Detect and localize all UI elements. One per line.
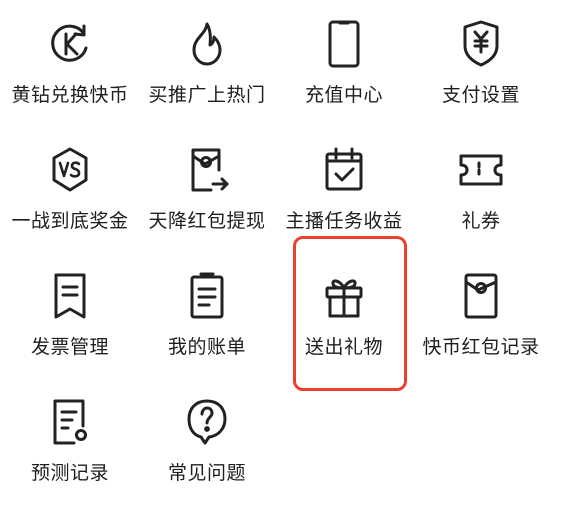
menu-item-label: 快币红包记录 [422, 336, 540, 358]
menu-item-label: 买推广上热门 [148, 84, 266, 106]
ticket-icon [457, 144, 505, 196]
k-coin-exchange-icon [46, 18, 94, 70]
yuan-shield-icon [457, 18, 505, 70]
menu-item-label: 我的账单 [167, 336, 246, 358]
menu-item-label: 天降红包提现 [148, 210, 266, 232]
menu-item-label: 支付设置 [441, 84, 520, 106]
menu-item-label: 主播任务收益 [285, 210, 403, 232]
menu-item-recharge-center[interactable]: 充值中心 [274, 18, 414, 118]
menu-item-anchor-task-income[interactable]: 主播任务收益 [274, 144, 414, 244]
menu-item-gift-coupons[interactable]: 礼券 [411, 144, 551, 244]
menu-item-invoice-management[interactable]: 发票管理 [0, 270, 140, 370]
phone-icon [320, 18, 368, 70]
menu-item-buy-promotion[interactable]: 买推广上热门 [137, 18, 277, 118]
menu-item-my-bill[interactable]: 我的账单 [137, 270, 277, 370]
red-packet-withdraw-icon [183, 144, 231, 196]
highlight-box [293, 236, 407, 391]
bill-icon [183, 270, 231, 322]
calendar-check-icon [320, 144, 368, 196]
menu-item-coin-red-packet-record[interactable]: 快币红包记录 [411, 270, 551, 370]
flame-icon [183, 18, 231, 70]
menu-item-red-packet-withdraw[interactable]: 天降红包提现 [137, 144, 277, 244]
menu-item-label: 礼券 [461, 210, 501, 232]
invoice-icon [46, 270, 94, 322]
menu-item-payment-settings[interactable]: 支付设置 [411, 18, 551, 118]
red-packet-record-icon [457, 270, 505, 322]
vs-badge-icon [46, 144, 94, 196]
menu-item-faq[interactable]: 常见问题 [137, 396, 277, 496]
menu-item-label: 常见问题 [167, 462, 246, 484]
question-bubble-icon [183, 396, 231, 448]
menu-item-yellow-diamond-exchange[interactable]: 黄钻兑换快币 [0, 18, 140, 118]
prediction-record-icon [46, 396, 94, 448]
menu-item-label: 充值中心 [304, 84, 383, 106]
menu-item-vs-bonus[interactable]: 一战到底奖金 [0, 144, 140, 244]
menu-item-prediction-record[interactable]: 预测记录 [0, 396, 140, 496]
